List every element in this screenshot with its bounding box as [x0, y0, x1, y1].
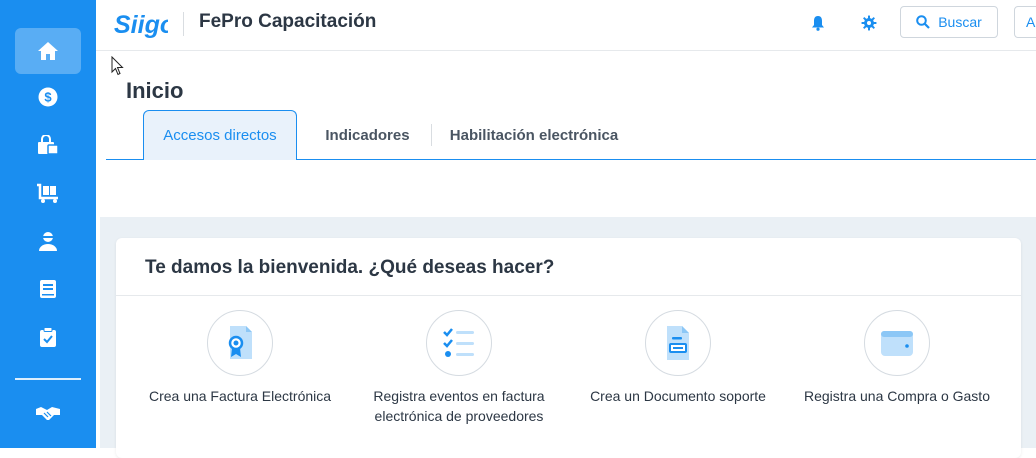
gear-icon [861, 15, 877, 31]
invoice-icon [228, 326, 252, 359]
action-icon-circle [645, 310, 711, 376]
sidebar-item-inventory[interactable] [15, 170, 81, 216]
top-header: Siigo FePro Capacitación Buscar A [96, 0, 1036, 51]
welcome-title: Te damos la bienvenida. ¿Qué deseas hace… [145, 257, 555, 278]
tab-bar: Accesos directos Indicadores Habilitació… [106, 110, 1036, 160]
bell-icon [812, 16, 824, 31]
tab-separator [431, 124, 432, 146]
document-icon [667, 326, 689, 360]
sidebar-divider [15, 378, 81, 380]
action-label: Crea una Factura Electrónica [148, 388, 332, 404]
sidebar-item-home[interactable] [15, 28, 81, 74]
action-label: Registra eventos en factura electrónica … [373, 388, 545, 424]
welcome-card: Te damos la bienvenida. ¿Qué deseas hace… [116, 238, 1021, 458]
company-title: FePro Capacitación [199, 11, 377, 32]
header-separator [183, 12, 184, 36]
book-icon [40, 280, 56, 298]
cursor-icon [111, 55, 124, 76]
svg-text:Siigo: Siigo [114, 11, 168, 39]
page-title: Inicio [126, 78, 184, 103]
search-icon [916, 15, 930, 29]
user-icon [39, 232, 57, 251]
action-icon-circle [207, 310, 273, 376]
settings-button[interactable] [858, 12, 880, 34]
action-label: Registra una Compra o Gasto [804, 388, 990, 404]
tab-accesos-directos[interactable]: Accesos directos [143, 110, 297, 160]
dollar-icon: $ [38, 87, 58, 107]
card-divider [116, 295, 1021, 296]
wallet-icon [881, 331, 913, 356]
search-button-label: Buscar [938, 14, 982, 30]
home-icon [38, 42, 58, 60]
sidebar-item-contacts[interactable] [15, 218, 81, 264]
tab-habilitacion-electronica[interactable]: Habilitación electrónica [440, 110, 628, 160]
action-register-purchase[interactable]: Registra una Compra o Gasto [797, 310, 997, 406]
mouse-cursor [111, 55, 124, 81]
tab-indicadores[interactable]: Indicadores [311, 110, 424, 160]
sidebar-item-tasks[interactable] [15, 314, 81, 360]
action-icon-circle [864, 310, 930, 376]
sidebar-item-accounting[interactable] [15, 266, 81, 312]
shopping-bag-icon [38, 135, 59, 155]
extra-header-button[interactable]: A [1014, 6, 1036, 38]
siigo-logo[interactable]: Siigo [114, 8, 175, 40]
svg-text:$: $ [44, 90, 52, 105]
action-create-invoice[interactable]: Crea una Factura Electrónica [140, 310, 340, 406]
sidebar-item-purchases[interactable] [15, 122, 81, 168]
action-icon-circle [426, 310, 492, 376]
cart-icon [37, 183, 58, 203]
sidebar: $ [0, 0, 96, 448]
action-label: Crea un Documento soporte [590, 388, 766, 404]
sidebar-item-sales[interactable]: $ [15, 74, 81, 120]
clipboard-check-icon [40, 327, 56, 347]
handshake-icon [36, 407, 60, 420]
search-button[interactable]: Buscar [900, 6, 998, 38]
action-create-support-document[interactable]: Crea un Documento soporte [578, 310, 778, 406]
notifications-button[interactable] [807, 12, 829, 34]
sidebar-item-partners[interactable] [15, 390, 81, 436]
checklist-icon [443, 328, 474, 357]
action-register-events[interactable]: Registra eventos en factura electrónica … [359, 310, 559, 426]
